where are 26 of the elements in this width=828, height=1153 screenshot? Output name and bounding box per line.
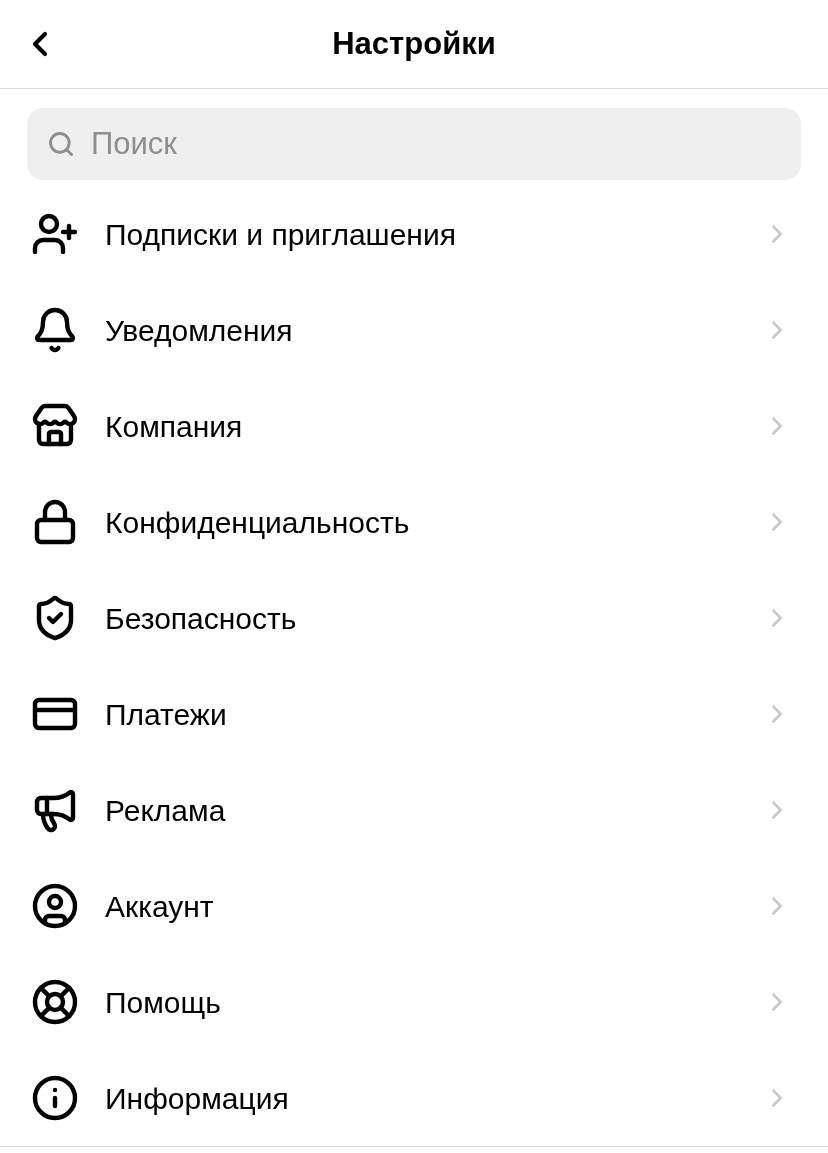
item-label: Безопасность	[105, 600, 298, 637]
user-circle-icon	[31, 882, 79, 930]
item-label: Компания	[105, 408, 244, 445]
item-label: Уведомления	[105, 312, 294, 349]
settings-item[interactable]: Помощь	[0, 954, 828, 1050]
item-label: Реклама	[105, 792, 227, 829]
search-icon	[47, 130, 75, 158]
settings-item[interactable]: Реклама	[0, 762, 828, 858]
settings-item[interactable]: Аккаунт	[0, 858, 828, 954]
settings-item[interactable]: Платежи	[0, 666, 828, 762]
settings-item[interactable]: Безопасность	[0, 570, 828, 666]
item-label: Платежи	[105, 696, 228, 733]
item-label: Подписки и приглашения	[105, 216, 457, 253]
item-label: Информация	[105, 1080, 290, 1117]
settings-item[interactable]: Подписки и приглашения	[0, 186, 828, 282]
item-label: Помощь	[105, 984, 222, 1021]
settings-item[interactable]: Информация	[0, 1050, 828, 1146]
settings-item[interactable]: Уведомления	[0, 282, 828, 378]
lifebuoy-icon	[31, 978, 79, 1026]
info-icon	[31, 1074, 79, 1122]
settings-item[interactable]: Компания	[0, 378, 828, 474]
settings-item[interactable]: Конфиденциальность	[0, 474, 828, 570]
search-field[interactable]: Поиск	[27, 108, 801, 180]
item-label: Конфиденциальность	[105, 504, 411, 541]
item-label: Аккаунт	[105, 888, 215, 925]
page-title: Настройки	[332, 24, 496, 63]
